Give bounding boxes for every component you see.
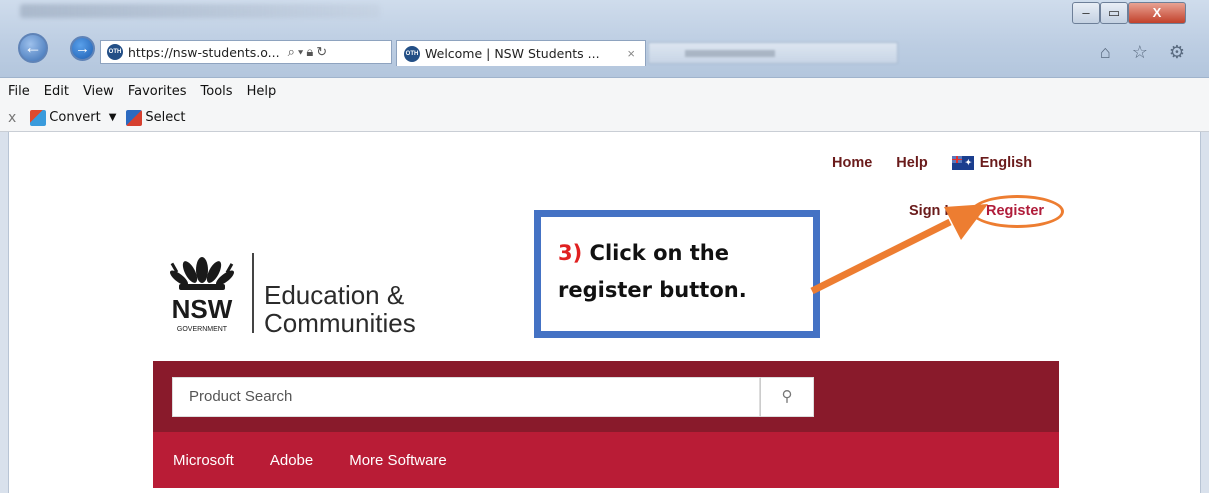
menu-file[interactable]: File	[8, 84, 30, 99]
maximize-button[interactable]: ▭	[1100, 2, 1128, 24]
callout-line2: register button.	[558, 278, 747, 302]
command-bar: x Convert ▼ Select	[0, 104, 1209, 132]
browser-toolbar-icons[interactable]: ⌂ ☆ ⚙	[1100, 42, 1193, 63]
menu-tools[interactable]: Tools	[201, 84, 233, 99]
address-actions[interactable]: ⌕▾🔒︎↻	[288, 44, 331, 60]
nav-adobe[interactable]: Adobe	[270, 452, 313, 469]
callout-line1: 3) Click on the	[558, 235, 813, 272]
search-button[interactable]: ⚲	[760, 377, 814, 417]
product-nav: Microsoft Adobe More Software	[153, 432, 1059, 488]
nav-microsoft[interactable]: Microsoft	[173, 452, 234, 469]
instruction-callout: 3) Click on the register button.	[534, 210, 820, 338]
top-links: Home Help English	[832, 155, 1032, 171]
menu-help[interactable]: Help	[247, 84, 277, 99]
menu-bar: File Edit View Favorites Tools Help	[0, 78, 1209, 104]
close-window-button[interactable]: X	[1128, 2, 1186, 24]
logo-government: GOVERNMENT	[177, 326, 228, 333]
menu-view[interactable]: View	[83, 84, 114, 99]
tab-student-portal[interactable]	[648, 42, 898, 64]
tab-welcome[interactable]: OTH Welcome | NSW Students ... ×	[396, 40, 646, 66]
browser-titlebar: – ▭ X ← → OTH https://nsw-students.o... …	[0, 0, 1209, 78]
menu-edit[interactable]: Edit	[44, 84, 69, 99]
home-link[interactable]: Home	[832, 155, 872, 171]
callout-text1: Click on the	[589, 241, 729, 265]
language-link[interactable]: English	[980, 155, 1032, 171]
lock-icon: 🔒︎	[306, 44, 317, 59]
forward-button[interactable]: →	[70, 36, 95, 61]
search-icon: ⚲	[781, 388, 793, 405]
blurred-toolbar	[20, 4, 380, 18]
logo-wordmark: NSW	[172, 294, 233, 324]
right-border	[1200, 132, 1209, 493]
chevron-down-icon[interactable]: ▼	[109, 112, 117, 123]
australia-flag-icon	[951, 156, 974, 170]
close-toolbar-icon[interactable]: x	[8, 110, 16, 126]
address-bar[interactable]: OTH https://nsw-students.o... ⌕▾🔒︎↻	[100, 40, 392, 64]
tab-favicon-icon: OTH	[404, 45, 420, 62]
convert-icon	[30, 109, 47, 126]
nav-more-software[interactable]: More Software	[349, 452, 447, 469]
address-url[interactable]: https://nsw-students.o...	[128, 45, 280, 60]
register-highlight-ring	[971, 195, 1064, 228]
callout-step: 3)	[558, 241, 583, 265]
signin-link[interactable]: Sign In	[909, 203, 957, 219]
logo-line1: Education &	[264, 280, 405, 310]
tab-title: Welcome | NSW Students ...	[425, 46, 600, 61]
menu-favorites[interactable]: Favorites	[128, 84, 187, 99]
tab-close-icon[interactable]: ×	[627, 46, 635, 61]
convert-button[interactable]: Convert	[49, 110, 100, 125]
search-icon[interactable]: ⌕	[288, 44, 298, 59]
product-search-input[interactable]: Product Search	[172, 377, 760, 417]
left-border	[0, 132, 9, 493]
logo-line2: Communities	[264, 308, 416, 338]
select-button[interactable]: Select	[145, 110, 185, 125]
back-button[interactable]: ←	[18, 33, 48, 63]
minimize-button[interactable]: –	[1072, 2, 1100, 24]
waratah-emblem-icon	[169, 257, 235, 290]
site-favicon-icon: OTH	[107, 44, 123, 60]
help-link[interactable]: Help	[896, 155, 927, 171]
refresh-icon[interactable]: ↻	[316, 44, 330, 59]
select-icon	[126, 109, 143, 126]
